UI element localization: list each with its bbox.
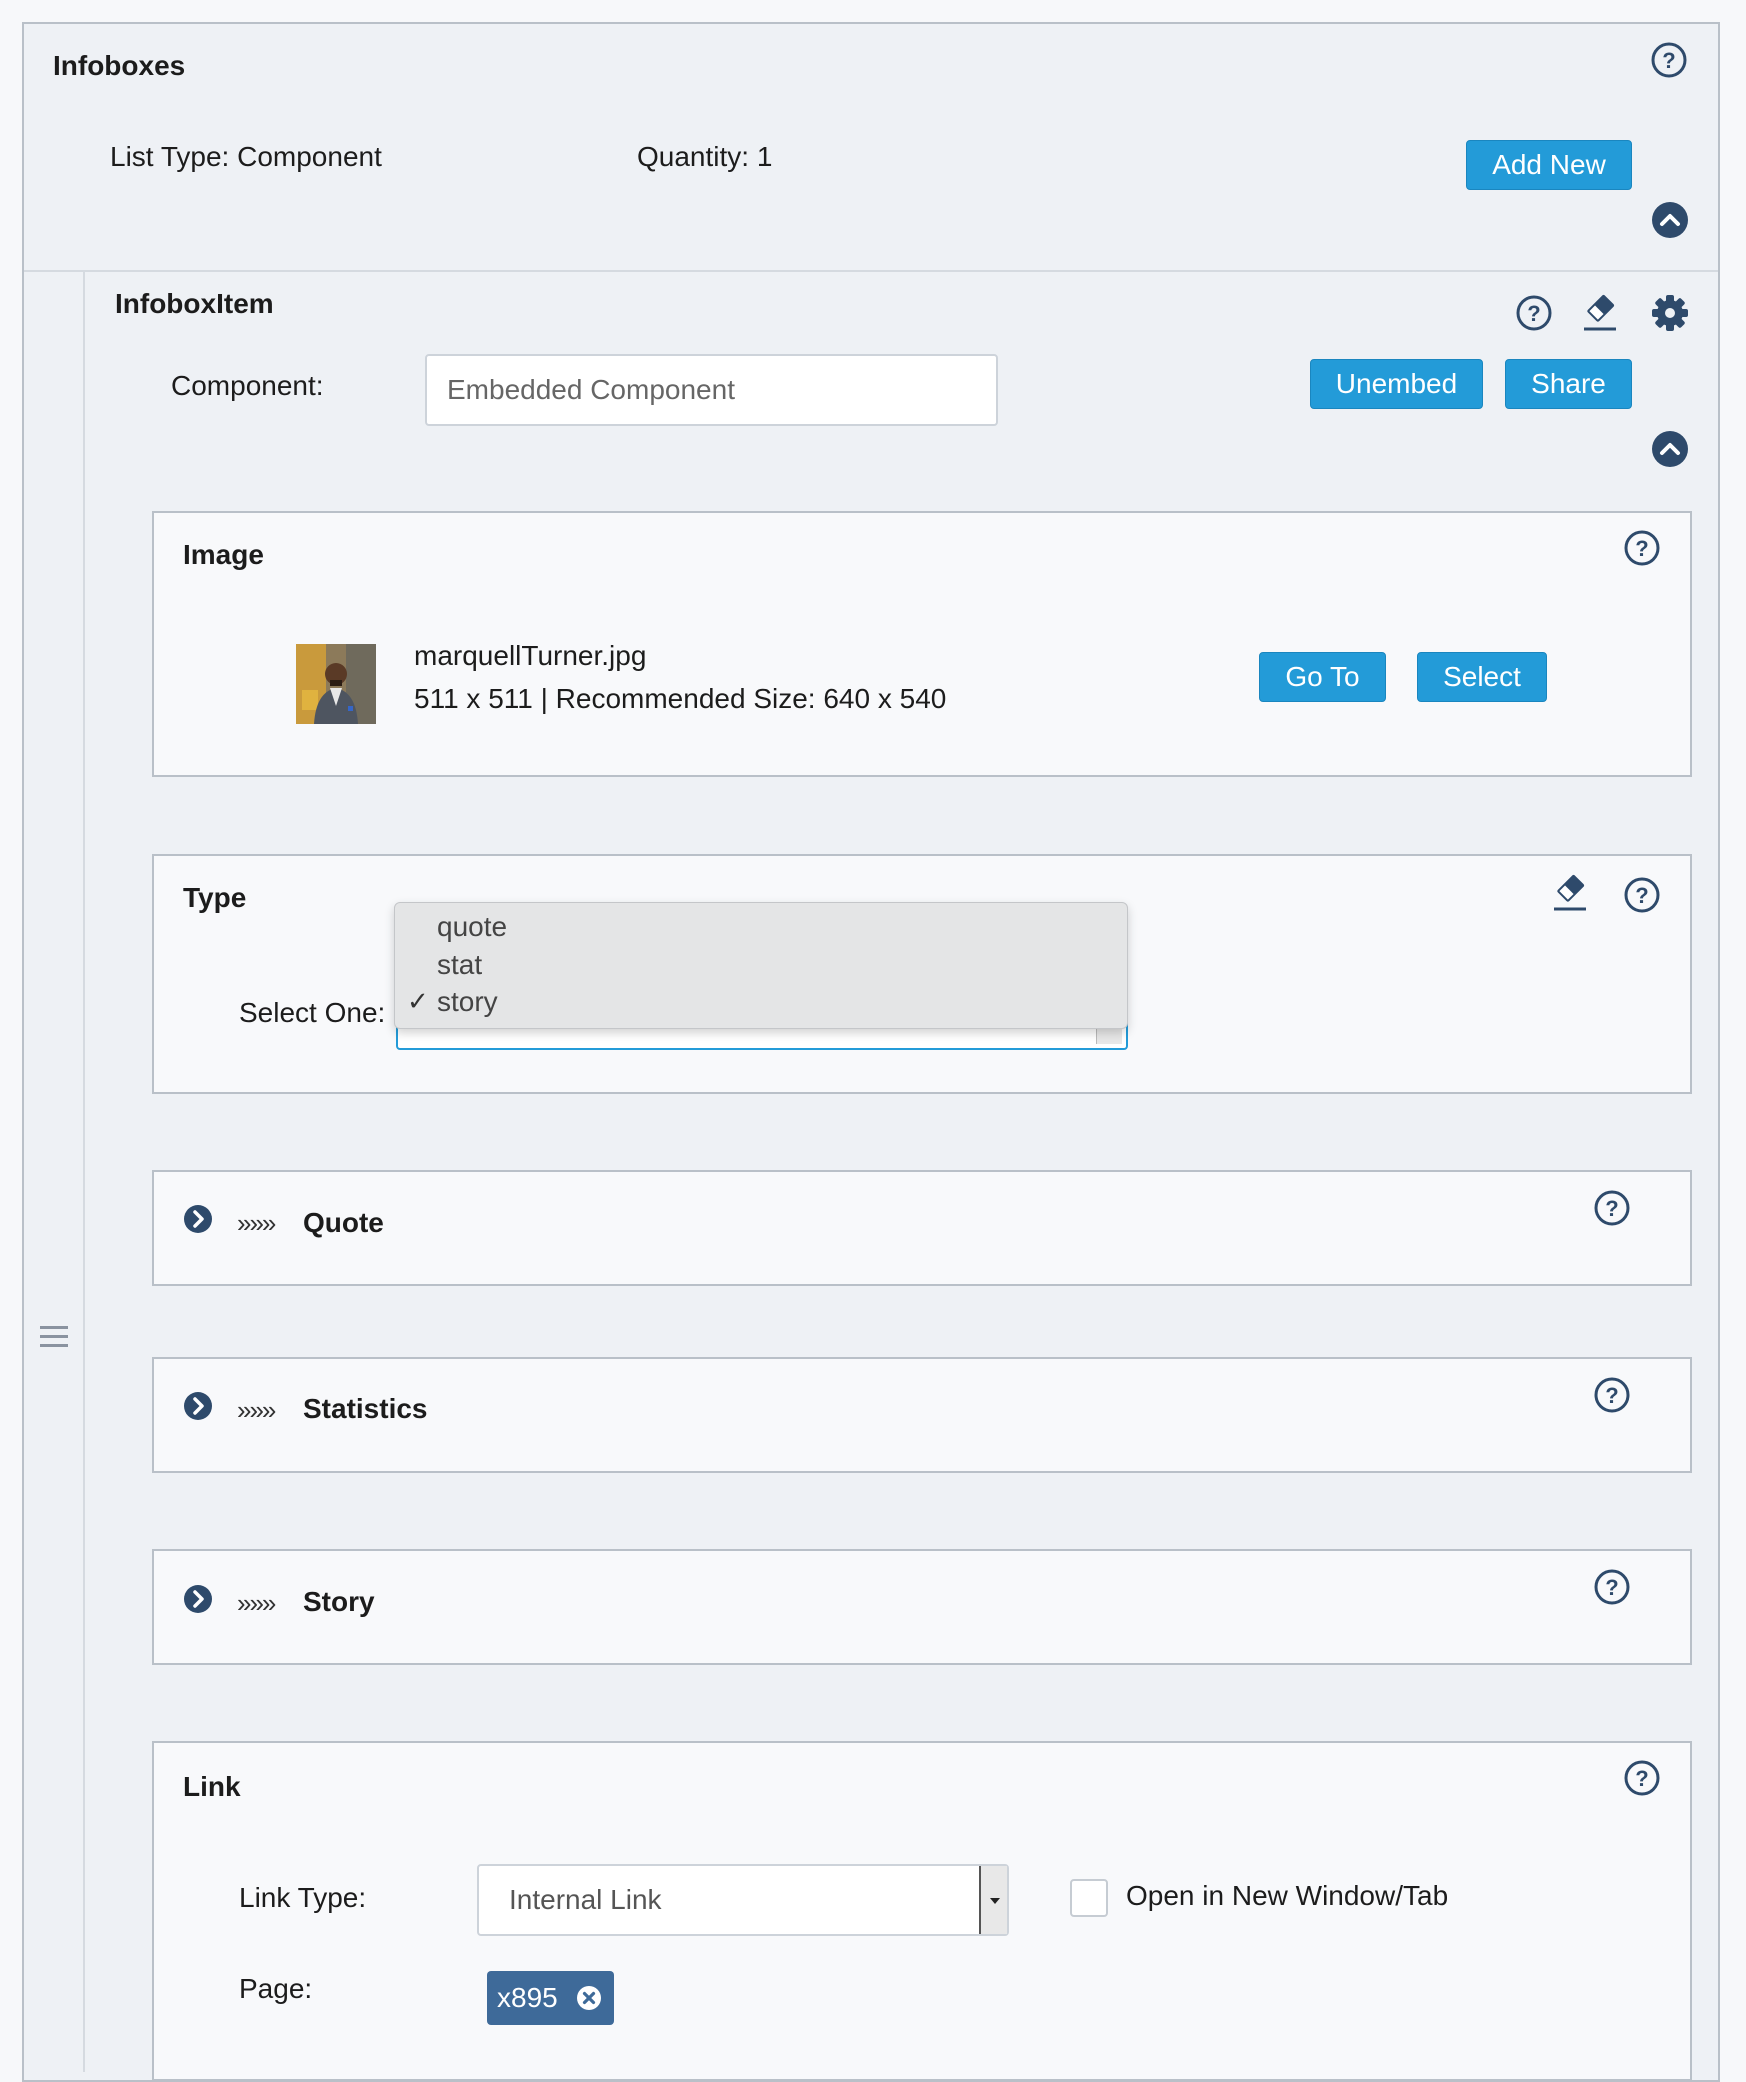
image-panel [152,511,1692,777]
image-dimensions: 511 x 511 | Recommended Size: 640 x 540 [414,683,947,714]
drag-handle-icon[interactable] [40,1325,68,1349]
open-new-window-checkbox[interactable] [1070,1879,1108,1917]
gear-icon[interactable] [1650,293,1690,333]
quote-title[interactable]: Quote [303,1207,384,1239]
type-title: Type [183,882,247,913]
quantity-text: Quantity: 1 [637,141,773,172]
remove-tag-icon[interactable] [576,1985,602,2011]
svg-text:?: ? [1605,1383,1618,1408]
svg-text:?: ? [1662,48,1675,73]
image-filename: marquellTurner.jpg [414,640,647,671]
infobox-item-title: InfoboxItem [115,288,274,319]
image-title: Image [183,539,264,570]
list-type-text: List Type: Component [110,141,382,172]
collapse-up-icon[interactable] [1651,430,1689,468]
unembed-button[interactable]: Unembed [1310,359,1483,409]
component-label: Component: [171,370,324,401]
expand-right-icon[interactable] [183,1204,213,1234]
type-dropdown: quote stat ✓ story [394,902,1128,1029]
component-field[interactable]: Embedded Component [425,354,998,426]
help-icon[interactable]: ? [1623,1759,1661,1797]
share-button[interactable]: Share [1505,359,1632,409]
statistics-title[interactable]: Statistics [303,1393,428,1425]
eraser-icon[interactable] [1581,292,1619,332]
page-tag: x895 [487,1971,614,2025]
svg-text:?: ? [1605,1575,1618,1600]
selected-check-icon: ✓ [407,986,429,1016]
option-story[interactable]: story [437,986,498,1018]
add-new-button[interactable]: Add New [1466,140,1632,190]
link-type-select[interactable]: Internal Link [477,1864,1009,1936]
goto-button[interactable]: Go To [1259,652,1386,702]
story-arrows: »»» [237,1588,276,1618]
story-panel [152,1549,1692,1665]
quote-arrows: »»» [237,1208,276,1238]
link-title: Link [183,1771,241,1802]
help-icon[interactable]: ? [1623,876,1661,914]
svg-text:?: ? [1527,301,1540,326]
help-icon[interactable]: ? [1593,1568,1631,1606]
eraser-icon[interactable] [1551,872,1589,912]
open-new-window-label: Open in New Window/Tab [1126,1880,1449,1911]
statistics-arrows: »»» [237,1395,276,1425]
expand-right-icon[interactable] [183,1391,213,1421]
svg-text:?: ? [1635,1766,1648,1791]
expand-right-icon[interactable] [183,1584,213,1614]
help-icon[interactable]: ? [1650,41,1688,79]
select-image-button[interactable]: Select [1417,652,1547,702]
page-label: Page: [239,1973,313,2004]
svg-text:?: ? [1635,883,1648,908]
option-stat[interactable]: stat [437,949,482,981]
collapse-up-icon[interactable] [1651,201,1689,239]
header-divider [24,270,1718,272]
image-thumbnail[interactable] [296,644,376,724]
svg-text:?: ? [1635,536,1648,561]
story-title[interactable]: Story [303,1586,375,1618]
infoboxes-title: Infoboxes [53,50,186,81]
select-one-label: Select One: [239,997,386,1028]
svg-text:?: ? [1605,1196,1618,1221]
caret-down-icon [990,1898,1000,1904]
link-type-arrow[interactable] [979,1866,1007,1934]
link-type-label: Link Type: [239,1882,367,1913]
link-type-value: Internal Link [509,1884,662,1915]
help-icon[interactable]: ? [1515,294,1553,332]
help-icon[interactable]: ? [1593,1376,1631,1414]
option-quote[interactable]: quote [437,911,507,943]
help-icon[interactable]: ? [1623,529,1661,567]
item-drag-rail [24,272,85,2072]
help-icon[interactable]: ? [1593,1189,1631,1227]
page-tag-text: x895 [497,1982,558,2013]
